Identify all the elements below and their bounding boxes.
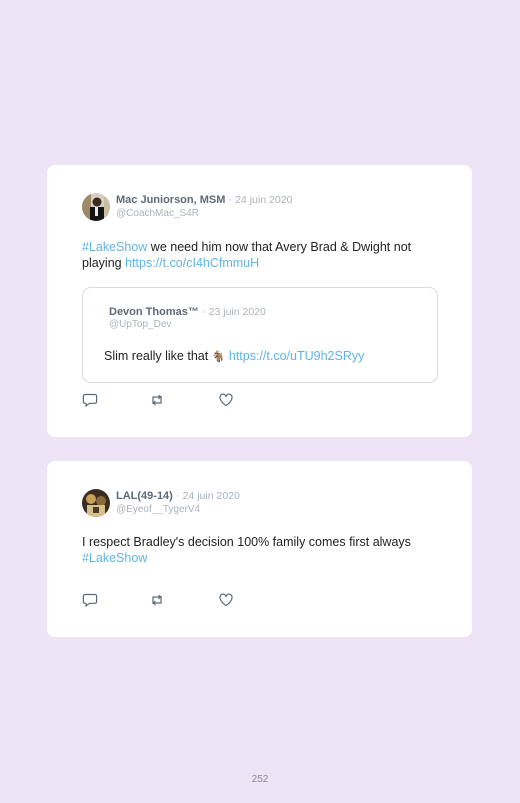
author-name[interactable]: Mac Juniorson, MSM [116, 194, 225, 206]
quoted-body: Slim really like that [104, 349, 212, 363]
page-number: 252 [251, 774, 269, 785]
quoted-tweet[interactable]: Devon Thomas™ · 23 juin 2020 @UpTop_Dev … [82, 287, 438, 383]
reply-icon[interactable] [82, 392, 98, 408]
like-icon[interactable] [218, 592, 234, 608]
tweet-date[interactable]: 24 juin 2020 [235, 194, 292, 206]
tweet-link[interactable]: https://t.co/cI4hCfmmuH [125, 256, 259, 270]
quoted-date-separator: · [201, 306, 206, 318]
avatar[interactable] [82, 193, 110, 221]
date-separator: · [228, 194, 233, 206]
hashtag-link[interactable]: #LakeShow [82, 551, 147, 565]
tweet-card: LAL(49-14) · 24 juin 2020 @Eyeof__TygerV… [47, 461, 472, 637]
tweet-text: I respect Bradley's decision 100% family… [82, 535, 452, 566]
quoted-text: Slim really like that 🐐 https://t.co/uTU… [104, 349, 364, 363]
hashtag-link[interactable]: #LakeShow [82, 240, 147, 254]
quoted-link[interactable]: https://t.co/uTU9h2SRyy [229, 349, 364, 363]
tweet-body: I respect Bradley's decision 100% family… [82, 535, 411, 549]
like-icon[interactable] [218, 392, 234, 408]
tweet-text: #LakeShow we need him now that Avery Bra… [82, 240, 452, 271]
author-handle[interactable]: @CoachMac_S4R [116, 208, 199, 219]
quoted-author-line: Devon Thomas™ · 23 juin 2020 [109, 306, 266, 318]
quoted-author-name[interactable]: Devon Thomas™ [109, 306, 199, 318]
goat-emoji-icon: 🐐 [211, 351, 226, 363]
tweet-actions [82, 592, 252, 608]
date-separator: · [175, 490, 180, 502]
author-name[interactable]: LAL(49-14) [116, 490, 173, 502]
tweet-date[interactable]: 24 juin 2020 [183, 490, 240, 502]
tweet-card: Mac Juniorson, MSM · 24 juin 2020 @Coach… [47, 165, 472, 437]
avatar[interactable] [82, 489, 110, 517]
author-line: LAL(49-14) · 24 juin 2020 [116, 490, 240, 502]
quoted-handle: @UpTop_Dev [109, 319, 172, 330]
author-handle[interactable]: @Eyeof__TygerV4 [116, 504, 200, 515]
author-line: Mac Juniorson, MSM · 24 juin 2020 [116, 194, 292, 206]
retweet-icon[interactable] [149, 392, 165, 408]
reply-icon[interactable] [82, 592, 98, 608]
retweet-icon[interactable] [149, 592, 165, 608]
quoted-date: 23 juin 2020 [208, 306, 266, 318]
tweet-actions [82, 392, 252, 408]
